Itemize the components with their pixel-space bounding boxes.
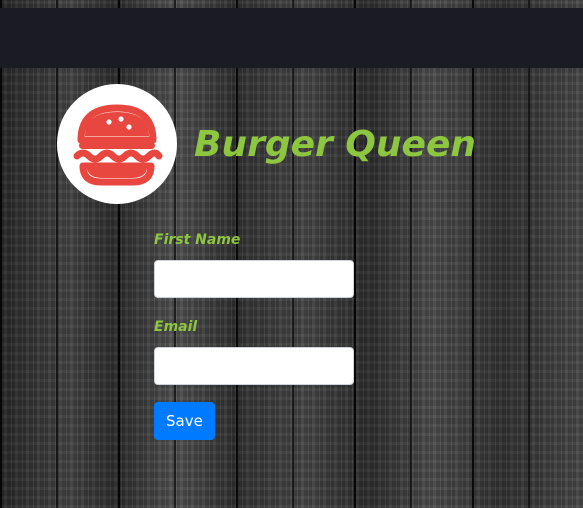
first-name-label: First Name xyxy=(154,232,241,248)
brand-title: Burger Queen xyxy=(194,123,476,165)
logo xyxy=(57,84,177,204)
brand-header: Burger Queen xyxy=(57,84,476,204)
burger-icon xyxy=(73,104,163,186)
email-input[interactable] xyxy=(154,347,354,385)
email-group: Email xyxy=(154,318,354,385)
signup-form: First Name Email Save xyxy=(154,231,354,440)
first-name-input[interactable] xyxy=(154,260,354,298)
email-label: Email xyxy=(154,319,198,335)
first-name-group: First Name xyxy=(154,231,354,298)
top-navbar xyxy=(0,8,583,68)
save-button[interactable]: Save xyxy=(154,402,215,440)
